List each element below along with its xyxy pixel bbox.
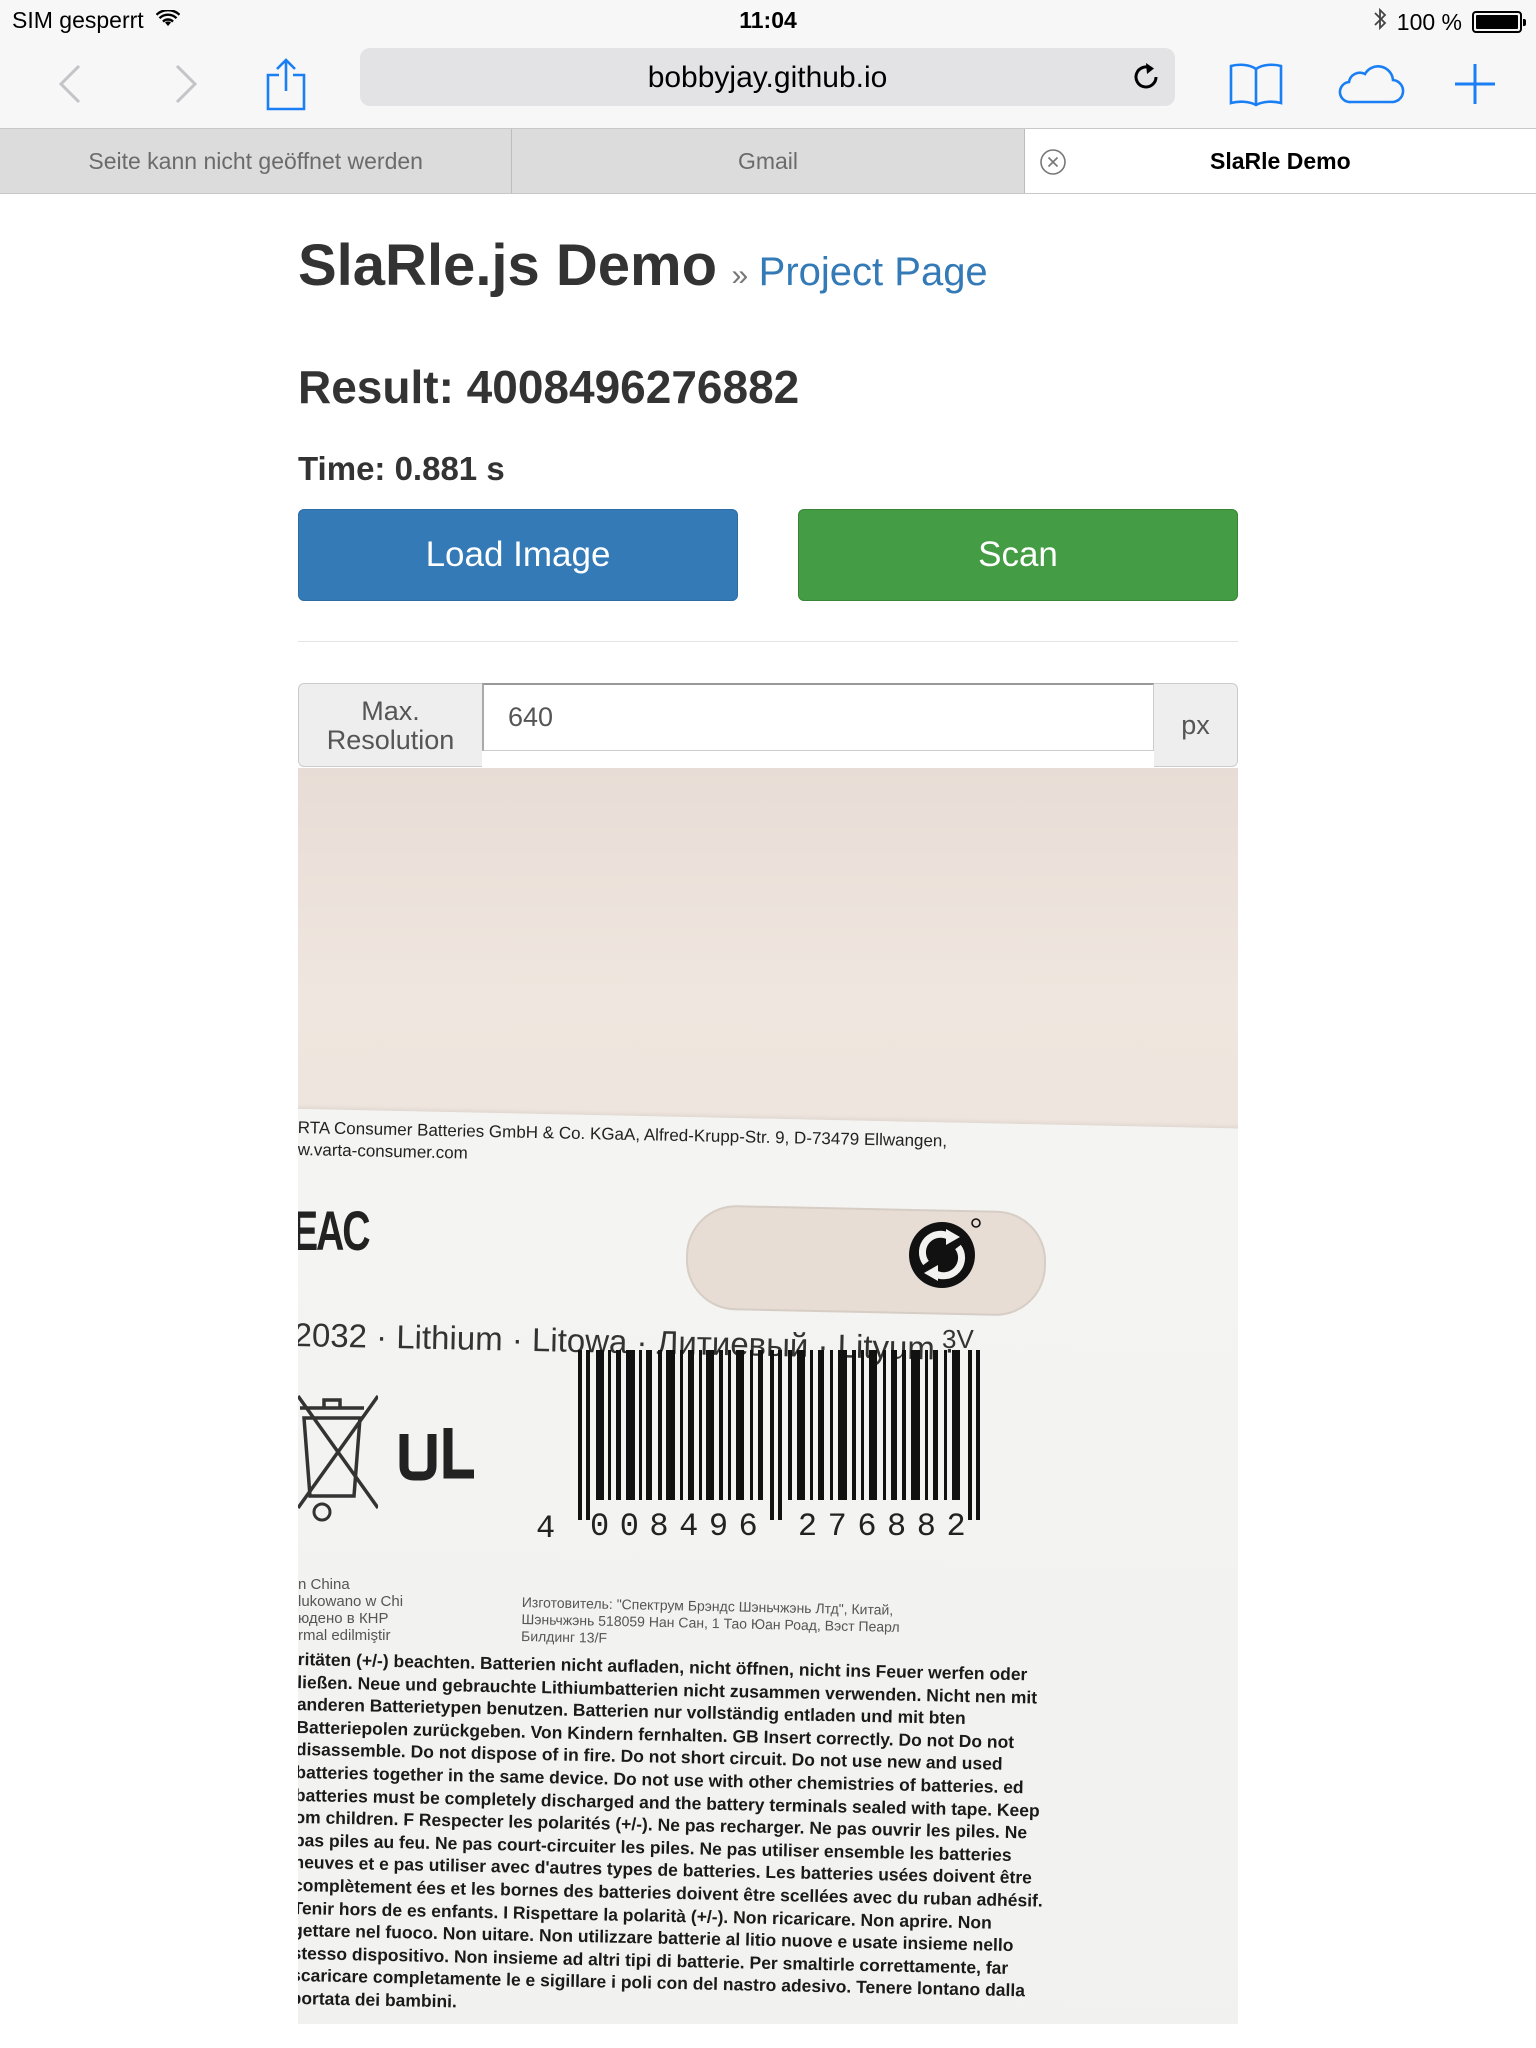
clock: 11:04 (739, 7, 797, 33)
new-tab-button[interactable] (1452, 40, 1498, 128)
company-website: w.varta-consumer.com (298, 1140, 469, 1163)
battery-percent: 100 % (1396, 8, 1462, 35)
reload-icon (1134, 63, 1158, 89)
forward-icon (175, 64, 198, 104)
made-in-line: n China (298, 1576, 350, 1593)
unit-addon: px (1154, 683, 1238, 767)
forward-button[interactable] (166, 40, 206, 128)
tab-label: SlaRle Demo (1210, 147, 1351, 174)
back-icon (58, 64, 81, 104)
status-bar: SIM gesperrt 11:04 100 % (0, 0, 1536, 40)
tab-gmail[interactable]: Gmail (512, 129, 1025, 193)
close-tab-button[interactable] (1039, 148, 1067, 176)
project-page-link[interactable]: Project Page (759, 250, 988, 294)
time-label: Time: 0.881 s (298, 450, 505, 487)
status-right: 100 % (1373, 7, 1526, 37)
hang-hole (684, 1204, 1048, 1317)
max-resolution-group: Max. Resolution px (298, 683, 1238, 767)
result-heading: Result: 4008496276882 (298, 361, 800, 413)
barcode (578, 1350, 980, 1520)
ul-mark-icon (398, 1426, 478, 1491)
icloud-tabs-icon (1338, 65, 1405, 104)
made-in-line: rmal edilmiştir (298, 1627, 391, 1644)
made-in-text: n China lukowano w Chi юдено в КНР rmal … (298, 1576, 403, 1644)
divider (298, 641, 1238, 642)
address-bar[interactable]: bobbyjay.github.io (360, 48, 1175, 106)
tab-label: Seite kann nicht geöffnet werden (88, 147, 423, 174)
share-button[interactable] (262, 40, 310, 128)
page-title: SlaRle.js Demo (298, 233, 718, 298)
close-icon (1039, 149, 1066, 175)
max-resolution-input[interactable] (482, 683, 1154, 751)
tab-bar: Seite kann nicht geöffnet werden Gmail S… (0, 128, 1536, 194)
title-separator: » (731, 259, 749, 292)
weee-bin-icon (298, 1388, 380, 1533)
icloud-tabs-button[interactable] (1334, 40, 1406, 128)
manufacturer-text: Изготовитель: "Спектрум Брэндс Шэньчжэнь… (521, 1594, 900, 1653)
browser-toolbar: bobbyjay.github.io (0, 40, 1536, 128)
eac-mark: EAC (298, 1199, 371, 1262)
scanned-image: RTA Consumer Batteries GmbH & Co. KGaA, … (298, 768, 1238, 2024)
max-resolution-label-line1: Max. (361, 696, 420, 726)
barcode-digits: 008496 276882 (590, 1508, 977, 1545)
back-button[interactable] (50, 40, 90, 128)
barcode-first-digit: 4 (536, 1510, 556, 1547)
scan-button[interactable]: Scan (798, 509, 1238, 601)
url-text: bobbyjay.github.io (647, 61, 888, 94)
max-resolution-label-line2: Resolution (326, 725, 455, 755)
safety-fine-print: ritäten (+/-) beachten. Batterien nicht … (298, 1648, 1043, 2012)
tab-slarle-demo[interactable]: SlaRle Demo (1024, 129, 1536, 193)
new-tab-icon (1455, 64, 1495, 104)
bookmarks-icon (1229, 63, 1283, 107)
bookmarks-button[interactable] (1228, 40, 1284, 128)
title-row: SlaRle.js Demo » Project Page (298, 232, 988, 299)
battery-icon (1472, 11, 1526, 33)
reload-button[interactable] (1129, 60, 1163, 94)
bluetooth-icon (1373, 7, 1387, 37)
recycling-icon (906, 1215, 982, 1296)
made-in-line: lukowano w Chi (298, 1593, 404, 1610)
share-icon (266, 58, 306, 111)
load-image-button[interactable]: Load Image (298, 509, 738, 601)
tab-label: Gmail (737, 147, 799, 174)
max-resolution-label: Max. Resolution (298, 683, 482, 767)
tab-error-page[interactable]: Seite kann nicht geöffnet werden (0, 129, 513, 193)
made-in-line: юдено в КНР (298, 1610, 389, 1627)
